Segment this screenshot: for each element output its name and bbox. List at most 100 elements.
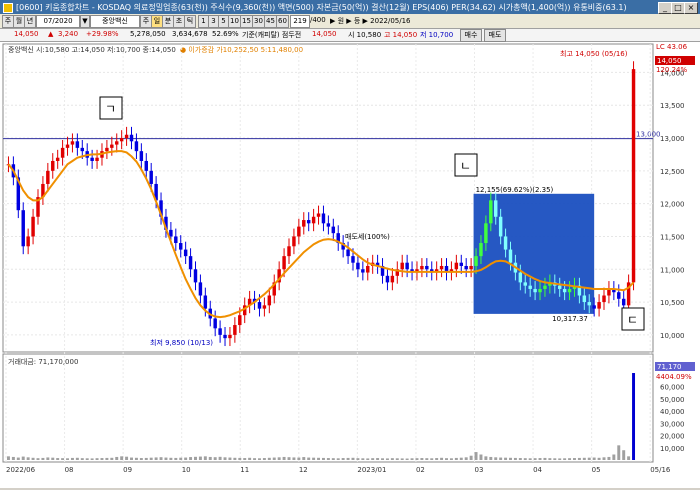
volume-bar	[100, 458, 104, 460]
volume-bar	[110, 457, 114, 460]
candle-body	[562, 288, 567, 293]
volume-bar	[597, 457, 601, 460]
candle-body	[183, 249, 188, 257]
search-icon[interactable]: ▼	[80, 15, 90, 28]
volume-bar	[484, 456, 488, 460]
volume-bar	[228, 457, 232, 460]
volume-bar	[415, 458, 419, 460]
minimize-button[interactable]: _	[658, 2, 672, 14]
volume-bar	[499, 457, 503, 460]
candle-body	[533, 288, 537, 293]
volume-bar	[302, 457, 306, 460]
candle-body	[631, 69, 636, 283]
stock-name-field[interactable]: 중앙백신	[90, 15, 140, 28]
volume-bar	[31, 457, 35, 460]
volume-bar	[341, 458, 345, 460]
y-tick-label: 12,500	[660, 168, 685, 176]
candle-body	[46, 170, 50, 184]
last-price: 14,050	[14, 30, 39, 38]
window-title: [0600] 키움종합차트 - KOSDAQ 의료정밀업종(63(천)) 주식수…	[16, 3, 627, 12]
price-legend: 중앙백신 시:10,580 고:14,050 저:10,700 종:14,050	[8, 45, 176, 54]
y-tick-label: 11,000	[660, 266, 685, 274]
volume-bar	[61, 458, 65, 460]
y-tick-label: 10,500	[660, 299, 685, 307]
mode-tick-button[interactable]: 틱	[184, 15, 196, 28]
volume-bar	[445, 458, 448, 460]
x-tick-label: 12	[299, 466, 308, 474]
volume-bar	[189, 457, 193, 460]
low-annotation: 최저 9,850 (10/13)	[150, 338, 213, 347]
volume-bar	[449, 458, 453, 460]
candle-body	[169, 229, 173, 237]
volume-tick-label: 20,000	[660, 433, 685, 441]
volume-bar	[592, 457, 596, 460]
volume-bar	[474, 452, 478, 460]
volume-bar	[494, 457, 498, 460]
volume-bar	[376, 458, 380, 460]
sell-button[interactable]: 매도	[484, 29, 506, 42]
candle-body	[134, 141, 139, 152]
date-input[interactable]: 07/2020	[36, 15, 80, 28]
candle-body	[528, 285, 532, 289]
volume-bar	[233, 457, 237, 460]
volume-bar	[381, 458, 384, 460]
hi-value: 14,050	[312, 30, 337, 38]
candle-body	[582, 295, 587, 303]
buy-button[interactable]: 매수	[460, 29, 482, 42]
volume-bar	[66, 458, 69, 460]
candle-body	[326, 223, 331, 227]
volume-bar	[479, 454, 483, 460]
chart-svg[interactable]: 중앙백신 시:10,580 고:14,050 저:10,700 종:14,050…	[0, 42, 700, 488]
volume-bar	[400, 458, 404, 460]
volume-bar	[144, 457, 148, 460]
volume-bar	[292, 457, 296, 460]
price-change: 3,240	[58, 30, 79, 38]
candle-body	[179, 243, 183, 250]
volume-bar	[213, 457, 217, 460]
candle-body	[213, 318, 217, 329]
candle-body	[385, 275, 390, 283]
maximize-button[interactable]: □	[671, 2, 685, 14]
candle-body	[587, 302, 591, 306]
candle-body	[602, 295, 606, 303]
volume-tick-label: 40,000	[660, 408, 685, 416]
volume-value: 5,278,050	[130, 30, 166, 38]
count-input[interactable]: 219	[290, 15, 310, 28]
candle-body	[351, 256, 355, 263]
horizontal-line-label: 13,000	[636, 131, 661, 139]
app-icon	[3, 3, 13, 13]
chart-area[interactable]: 중앙백신 시:10,580 고:14,050 저:10,700 종:14,050…	[0, 42, 700, 488]
volume-bar	[395, 458, 399, 460]
candle-body	[474, 256, 478, 266]
minute-60-button[interactable]: 60	[276, 15, 289, 28]
volume-bar	[75, 457, 79, 460]
period-year-button[interactable]: 년	[24, 15, 36, 28]
volume-bar	[469, 455, 473, 460]
volume-bar	[21, 456, 25, 460]
high-value: 고 14,050	[384, 31, 418, 39]
volume-bar	[454, 457, 458, 460]
volume-tick-label: 50,000	[660, 396, 685, 404]
volume-bar	[356, 458, 360, 460]
candle-body	[144, 160, 148, 171]
corner-marker-3-label: ㄷ	[627, 313, 638, 327]
volume-bar	[194, 456, 197, 460]
right-top-label-3: 120.24%	[656, 66, 687, 74]
y-tick-label: 10,000	[660, 332, 685, 340]
volume-bar	[558, 458, 562, 460]
candle-body	[115, 141, 119, 145]
candle-body	[503, 236, 508, 250]
candle-body	[420, 265, 424, 270]
right-top-label-2: 14,050	[657, 57, 682, 65]
candle-body	[405, 262, 409, 270]
candle-body	[321, 213, 326, 224]
candle-body	[198, 282, 203, 296]
volume-bar	[602, 457, 606, 460]
volume-bar	[218, 456, 222, 460]
candle-body	[464, 265, 468, 270]
volume-bar	[238, 457, 242, 460]
volume-bar	[16, 457, 20, 460]
volume-bar	[617, 445, 621, 460]
close-button[interactable]: ×	[684, 2, 698, 14]
candle-body	[621, 298, 626, 306]
